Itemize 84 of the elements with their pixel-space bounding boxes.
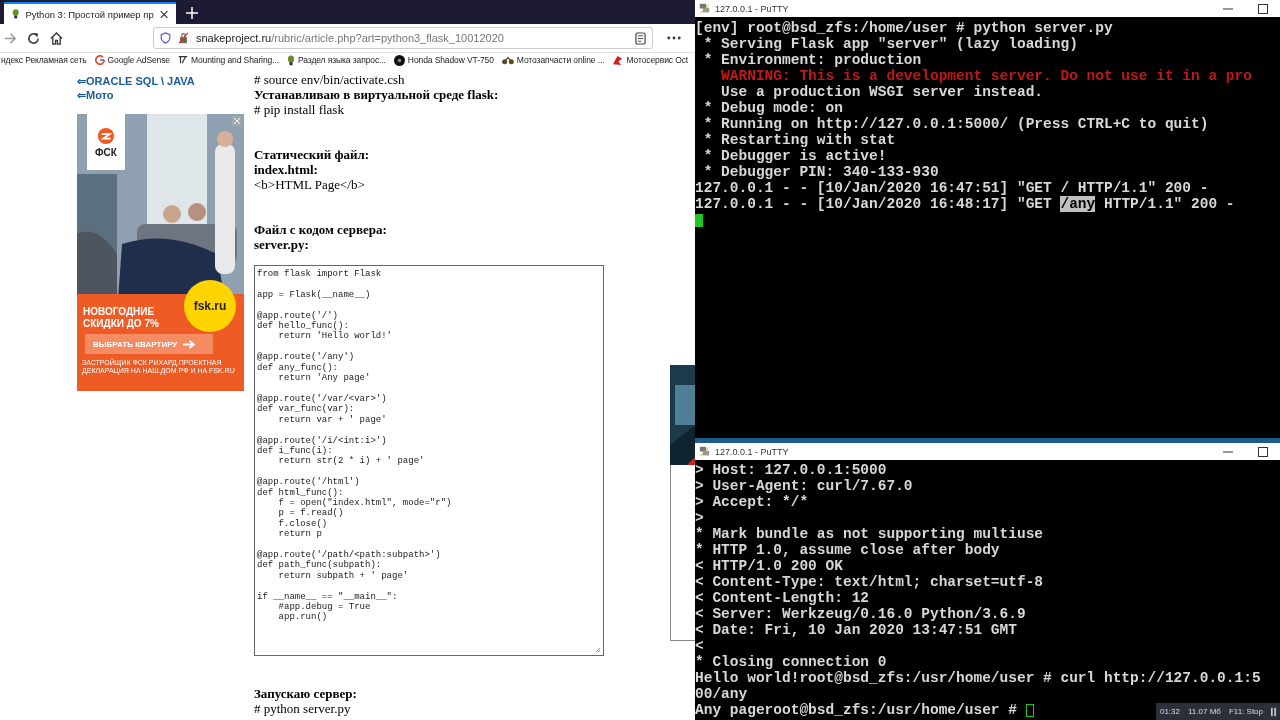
terminal-line: < Content-Length: 12 [695,590,870,606]
nav-link[interactable]: ⇐ORACLE SQL \ JAVA [77,74,195,88]
lock-icon [178,32,189,44]
terminal-line: > User-Agent: curl/7.67.0 [695,478,913,494]
text-line: # python server.py [254,701,351,716]
selected-text: /any [1060,196,1096,212]
bulb-icon [12,8,20,20]
terminal-line: * Mark bundle as not supporting multiuse [695,526,1044,542]
terminal-line: < [695,638,704,654]
terminal-line: > [695,510,704,526]
terminal-line: Hello world!root@bsd_zfs:/usr/home/user # curl http://127.0.0.1:5 [695,670,1261,686]
bookmark[interactable]: Раздел языка запрос... [286,54,386,66]
terminal-line: * Running on http://127.0.0.1:5000/ (Press CTRL+C to quit) [702,116,1209,132]
section-heading: server.py: [254,237,309,252]
terminal-line: [env] root@bsd_zfs:/home/user # python server.py [695,20,1113,36]
google-icon [94,55,105,65]
section-heading: Устанавливаю в виртуальной среде flask: [254,87,499,102]
stop-hint[interactable]: F11: Stop [1228,707,1263,716]
window-title: 127.0.0.1 - PuTTY [715,3,790,14]
terminal-line: * Debug mode: on [702,100,843,116]
elapsed-time: 01:32 [1159,707,1180,716]
ad-headline: НОВОГОДНИЕ СКИДКИ ДО 7% [83,306,160,330]
bookmark[interactable]: Мотозапчасти online ... [501,55,605,65]
logo-icon [97,126,115,145]
terminal-line: > Host: 127.0.0.1:5000 [695,462,887,478]
resize-grip-icon[interactable] [595,647,601,653]
terminal-line: 00/any [695,686,748,702]
file-size: 11.07 Мб [1188,707,1221,716]
maximize-icon[interactable] [1258,3,1268,14]
section-heading: Статический файл: [254,147,370,162]
terminal-line: * Environment: production [702,52,922,68]
terminal-line: < HTTP/1.0 200 OK [695,558,843,574]
bookmark[interactable]: Мотосервис Oct [612,54,689,66]
bookmark[interactable]: Honda Shadow VT-750 [393,54,494,66]
terminal-line: > Accept: */* [695,494,809,510]
terminal-line: < Date: Fri, 10 Jan 2020 13:47:51 GMT [695,622,1017,638]
motorcycle-icon [501,55,514,65]
terminal-line: * HTTP 1.0, assume close after body [695,542,1000,558]
maximize-icon[interactable] [1258,446,1268,457]
home-icon[interactable] [50,31,63,45]
reader-view-icon[interactable] [635,31,646,45]
text-line: # source env/bin/activate.csh [254,72,405,87]
bookmark[interactable]: Google AdSense [94,55,170,65]
section-heading: Файл с кодом сервера: [254,222,387,237]
terminal-line: HTTP/1.1" 200 - [1102,196,1235,212]
disc-icon [393,54,405,66]
terminal-line: * Debugger is active! [702,148,887,164]
wing-icon [612,54,624,66]
terminal-line: * Serving Flask app "server" (lazy loading) [702,36,1078,52]
computer-icon [699,3,710,14]
more-icon[interactable] [667,36,681,40]
new-tab-icon[interactable] [186,7,198,19]
address-bar[interactable]: snakeproject.ru/rubric/article.php?art=python3_flask_10012020 [153,27,653,49]
arrow-icon [183,339,197,349]
cursor [1025,703,1034,717]
section-heading: Запускаю сервер: [254,686,357,701]
terminal-line: Use a production WSGI server instead. [720,84,1044,100]
pause-icon[interactable] [1271,706,1276,717]
reload-icon[interactable] [27,31,40,45]
nav-link[interactable]: ⇐Мото [77,88,114,102]
terminal-line: Any pageroot@bsd_zfs:/usr/home/user # [695,702,1018,718]
browser-tab[interactable]: Python 3: Простой пример пр [4,2,176,24]
forward-icon[interactable] [4,31,17,45]
shield-icon [160,32,171,44]
text-line: <b>HTML Page</b> [254,177,365,192]
terminal-line: WARNING: This is a development server. Do not use it in a pro [720,68,1252,84]
text-line: # pip install flask [254,102,344,117]
terminal-line: < Server: Werkzeug/0.16.0 Python/3.6.9 [695,606,1026,622]
terminal-line: < Content-Type: text/html; charset=utf-8 [695,574,1044,590]
terminal-line: 127.0.0.1 - - [10/Jan/2020 16:48:17] "GET [695,196,1053,212]
computer-icon [699,446,710,457]
code-textarea[interactable]: from flask import Flask app = Flask(__name__) @app.route('/') def hello_func(): return 'Hello world!' @app.route('/any') def any_func(): return 'Any page' @app.route('/var/<var>') def var_func(var): return var + ' page' @app.route('/i/<int:i>') def i_func(i): return str(2 * i) + ' page' @app.route('/html') def html_func(): f = open("index.html", mode="r") p = f.read() f.close() return p @app.route('/path/<path:subpath>') def path_func(subpath): return subpath + ' page' if __name__ == "__main__": #app.debug = True app.run() [254,265,604,656]
section-heading: index.html: [254,162,318,177]
terminal-line: * Debugger PIN: 340-133-930 [702,164,939,180]
ad-logo: ФСК [87,114,125,170]
bulb-icon [286,54,295,66]
terminal-line: * Restarting with stat [702,132,896,148]
bookmark[interactable]: Mounting and Sharing... [178,55,279,65]
close-icon[interactable] [159,9,168,19]
terminal-line: 127.0.0.1 - - [10/Jan/2020 16:47:51] "GET / HTTP/1.1" 200 - [695,180,1209,196]
bookmark[interactable]: ндекс Рекламная сеть [1,55,87,65]
cursor [695,213,703,227]
window-title: 127.0.0.1 - PuTTY [715,446,790,457]
terminal-line: * Closing connection 0 [695,654,887,670]
